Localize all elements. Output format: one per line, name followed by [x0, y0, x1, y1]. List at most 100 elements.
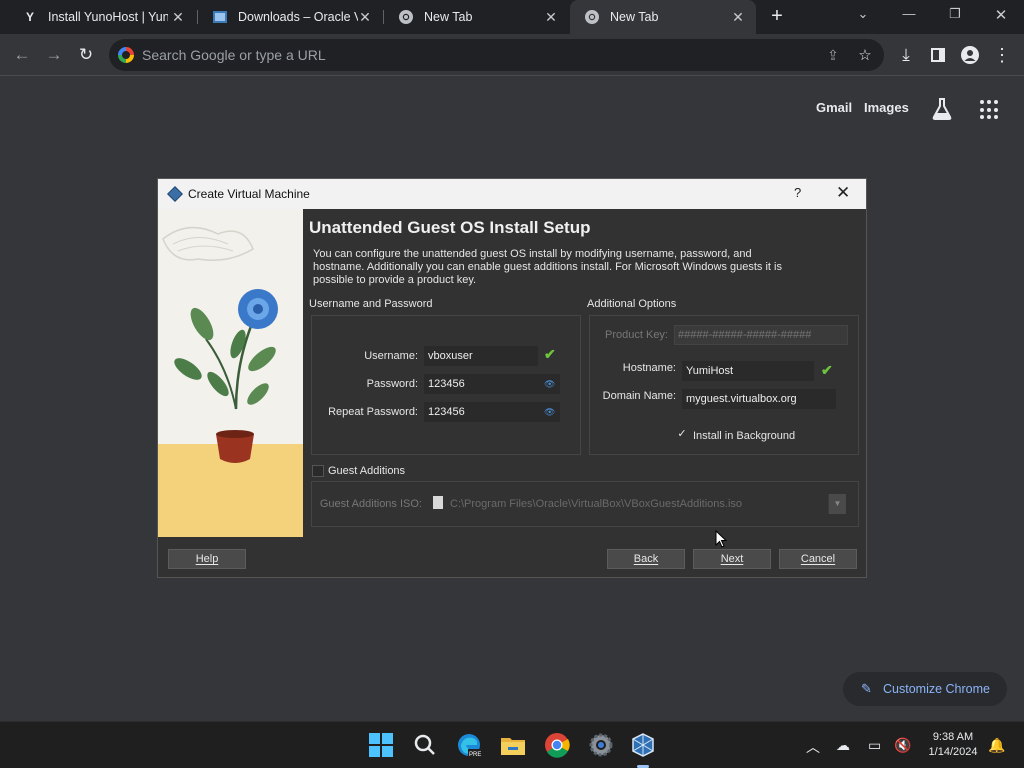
- tab-virtualbox-downloads[interactable]: Downloads – Oracle VM ✕: [198, 0, 383, 34]
- dialog-title: Create Virtual Machine: [188, 187, 310, 201]
- browser-toolbar: ← → ↻ ⇪ ☆ ⤓ ⋮: [0, 34, 1024, 76]
- notification-bell-icon[interactable]: 🔔: [988, 737, 1005, 754]
- back-icon[interactable]: ←: [10, 43, 34, 67]
- guest-additions-checkbox[interactable]: [312, 465, 324, 477]
- settings-icon[interactable]: [588, 732, 614, 758]
- side-panel-icon[interactable]: [926, 43, 950, 67]
- google-icon: [118, 47, 134, 63]
- wizard-illustration: [158, 209, 303, 537]
- mouse-cursor-icon: [715, 529, 728, 553]
- taskbar-clock[interactable]: 9:38 AM 1/14/2024: [920, 730, 986, 760]
- domain-name-field[interactable]: [682, 389, 836, 409]
- omnibox[interactable]: ⇪ ☆: [109, 39, 884, 71]
- dialog-button-bar: Help Back Next Cancel: [158, 537, 866, 577]
- page-description: You can configure the unattended guest O…: [313, 248, 782, 286]
- cancel-button[interactable]: Cancel: [779, 549, 857, 569]
- additional-options-label: Additional Options: [587, 298, 677, 310]
- images-link[interactable]: Images: [864, 100, 909, 115]
- username-field[interactable]: [424, 346, 538, 366]
- minimize-icon[interactable]: —: [899, 6, 919, 26]
- chrome-icon[interactable]: [544, 732, 570, 758]
- restore-icon[interactable]: ❐: [945, 6, 965, 26]
- clock-time: 9:38 AM: [932, 731, 974, 743]
- new-tab-button[interactable]: +: [766, 6, 788, 28]
- help-button[interactable]: Help: [168, 549, 246, 569]
- show-hidden-icons-icon[interactable]: ︿: [806, 737, 820, 757]
- labs-flask-icon[interactable]: [931, 97, 953, 126]
- hostname-label: Hostname:: [622, 362, 676, 374]
- guest-additions-iso-label: Guest Additions ISO:: [319, 498, 422, 510]
- search-icon[interactable]: [412, 732, 438, 758]
- tab-yunohost[interactable]: Y Install YunoHost | Yuno ✕: [8, 0, 196, 34]
- volume-muted-icon[interactable]: 🔇: [894, 737, 911, 754]
- password-label: Password:: [366, 378, 418, 390]
- create-vm-dialog: Create Virtual Machine ? ✕ Unattended Gu…: [157, 178, 867, 578]
- repeat-password-label: Repeat Password:: [328, 406, 418, 418]
- valid-check-icon: ✔: [821, 362, 833, 378]
- customize-chrome-label: Customize Chrome: [883, 682, 990, 696]
- product-key-label: Product Key:: [605, 329, 668, 341]
- repeat-password-field[interactable]: [424, 402, 560, 422]
- windows-start-icon[interactable]: [368, 732, 394, 758]
- chrome-icon: [584, 9, 600, 25]
- tab-new-tab[interactable]: New Tab ✕: [384, 0, 569, 34]
- tab-title: Downloads – Oracle VM: [238, 10, 358, 24]
- bookmark-star-icon[interactable]: ☆: [853, 43, 877, 67]
- close-tab-icon[interactable]: ✕: [170, 9, 186, 25]
- tab-new-tab-active[interactable]: New Tab ✕: [570, 0, 756, 34]
- svg-text:PRE: PRE: [469, 752, 481, 758]
- omnibox-input[interactable]: [142, 39, 822, 71]
- install-background-label: Install in Background: [693, 430, 796, 442]
- close-tab-icon[interactable]: ✕: [730, 9, 746, 25]
- google-apps-icon[interactable]: [980, 100, 1000, 120]
- close-window-icon[interactable]: ✕: [991, 6, 1011, 26]
- chrome-icon: [398, 9, 414, 25]
- page-heading: Unattended Guest OS Install Setup: [309, 218, 591, 237]
- windows-taskbar: PRE ︿ ☁ ▭ 🔇 9:38 AM 1/14/2024 🔔: [0, 721, 1024, 768]
- iso-dropdown-icon[interactable]: ▼: [828, 494, 846, 514]
- username-label: Username:: [364, 350, 418, 362]
- tab-title: New Tab: [424, 10, 473, 24]
- tab-title: New Tab: [610, 10, 659, 24]
- customize-chrome-button[interactable]: ✎ Customize Chrome: [843, 672, 1007, 706]
- dialog-titlebar: Create Virtual Machine ? ✕: [158, 179, 866, 209]
- back-button[interactable]: Back: [607, 549, 685, 569]
- edge-pre-icon[interactable]: PRE: [456, 732, 482, 758]
- domain-name-label: Domain Name:: [602, 390, 676, 402]
- forward-icon[interactable]: →: [42, 43, 66, 67]
- install-background-checkbox[interactable]: ✓: [676, 429, 688, 441]
- gmail-link[interactable]: Gmail: [816, 100, 852, 115]
- password-field[interactable]: [424, 374, 560, 394]
- profile-avatar-icon[interactable]: [958, 43, 982, 67]
- menu-kebab-icon[interactable]: ⋮: [990, 43, 1014, 67]
- next-button[interactable]: Next: [693, 549, 771, 569]
- guest-additions-iso-field[interactable]: [447, 494, 827, 514]
- virtualbox-icon[interactable]: [630, 732, 656, 758]
- valid-check-icon: ✔: [544, 346, 556, 362]
- help-question-icon[interactable]: ?: [794, 185, 801, 200]
- file-icon: [433, 496, 443, 509]
- show-password-icon[interactable]: 👁: [544, 379, 555, 390]
- tab-title: Install YunoHost | Yuno: [48, 10, 168, 24]
- download-icon[interactable]: ⤓: [894, 43, 918, 67]
- show-password-icon[interactable]: 👁: [544, 407, 555, 418]
- network-icon[interactable]: ▭: [868, 737, 881, 754]
- close-tab-icon[interactable]: ✕: [357, 9, 373, 25]
- share-icon[interactable]: ⇪: [821, 43, 845, 67]
- close-tab-icon[interactable]: ✕: [543, 9, 559, 25]
- virtualbox-icon: [212, 9, 228, 25]
- wizard-page: Unattended Guest OS Install Setup You ca…: [303, 209, 866, 537]
- pencil-icon: ✎: [861, 681, 872, 696]
- guest-additions-label: Guest Additions: [328, 465, 406, 477]
- onedrive-offline-icon[interactable]: ☁: [836, 737, 850, 754]
- file-explorer-icon[interactable]: [500, 732, 526, 758]
- hostname-field[interactable]: [682, 361, 814, 381]
- virtualbox-icon: [167, 186, 183, 202]
- tab-strip: Y Install YunoHost | Yuno ✕ Downloads – …: [0, 0, 1024, 34]
- clock-date: 1/14/2024: [928, 746, 978, 758]
- dialog-close-icon[interactable]: ✕: [836, 183, 850, 203]
- tab-search-icon[interactable]: ⌄: [853, 6, 873, 26]
- reload-icon[interactable]: ↻: [74, 43, 98, 67]
- product-key-field[interactable]: [674, 325, 848, 345]
- user-group-label: Username and Password: [309, 298, 433, 310]
